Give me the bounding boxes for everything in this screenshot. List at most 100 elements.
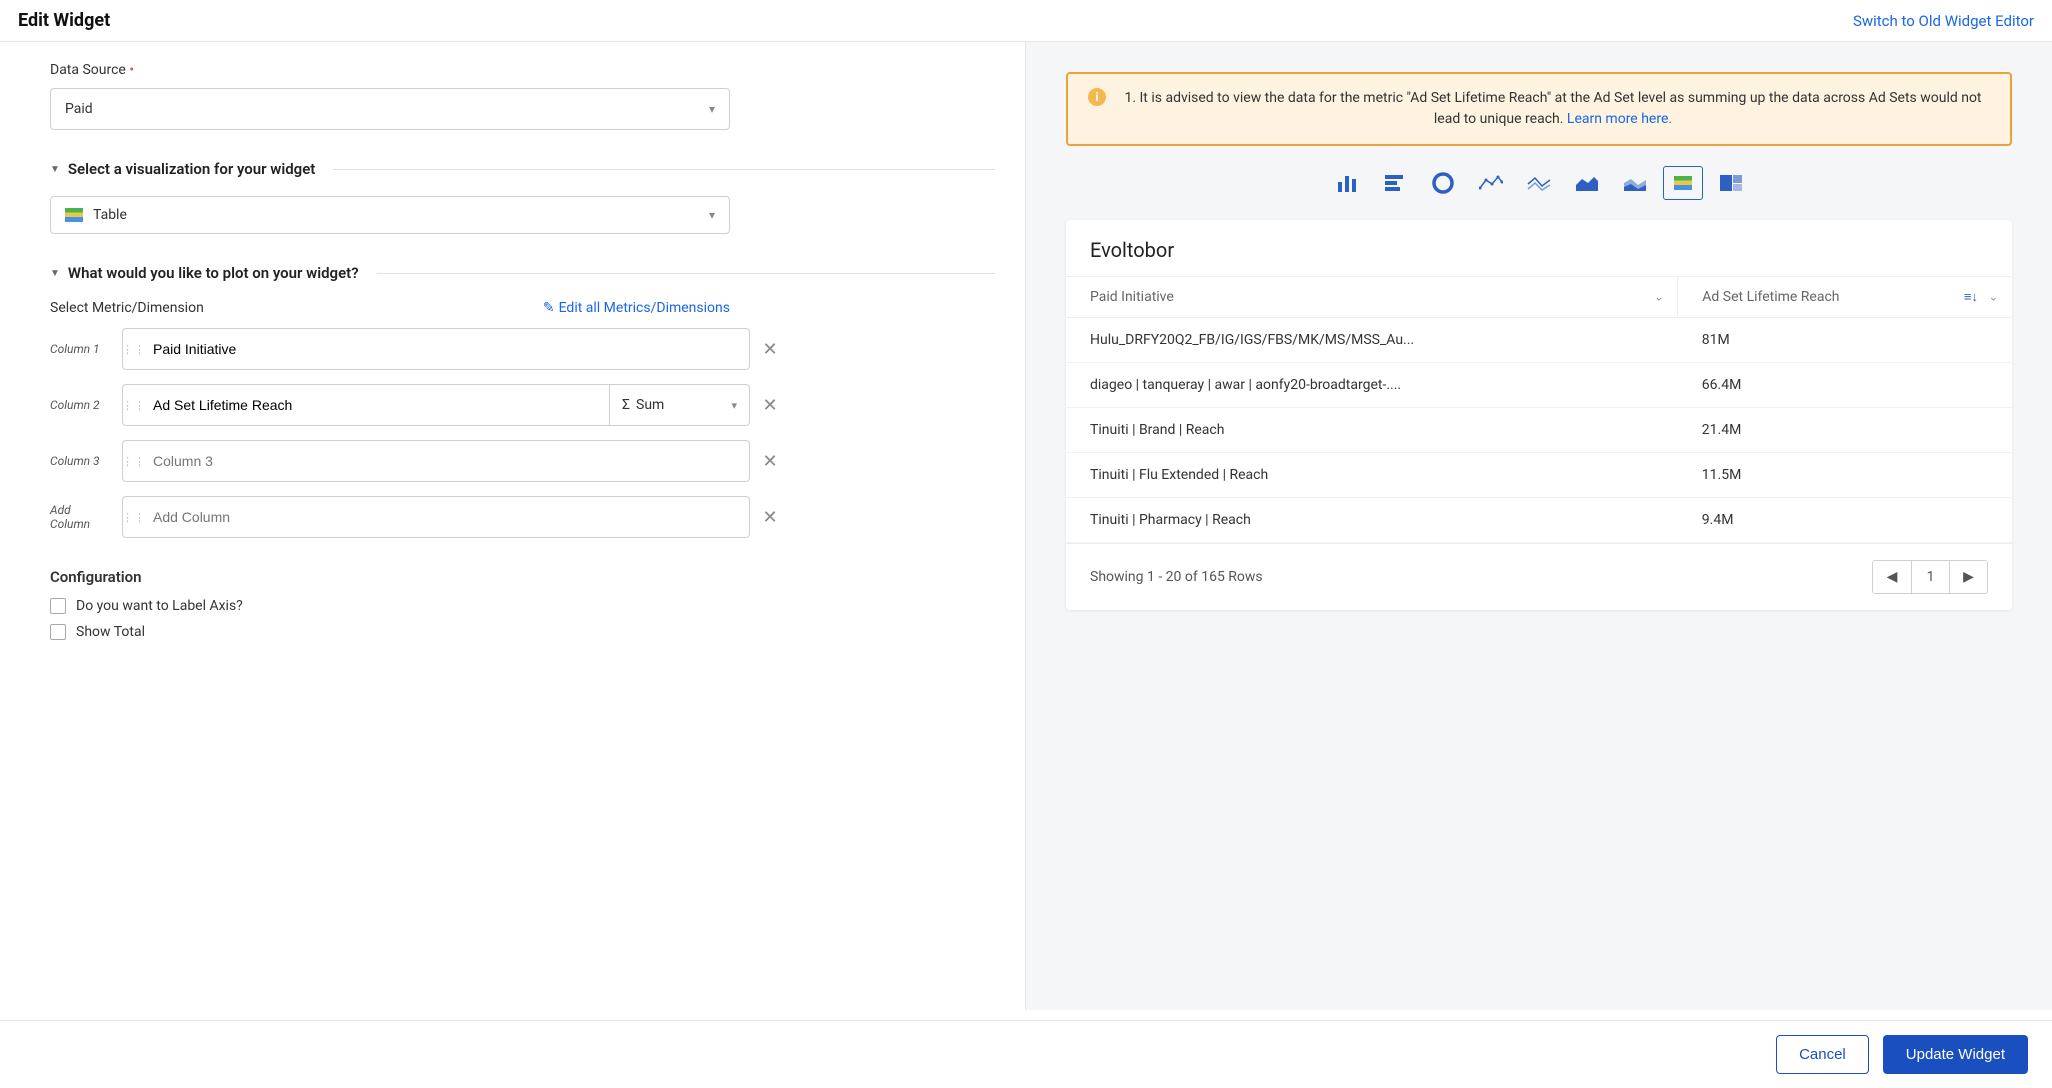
preview-card: Evoltobor Paid Initiative ⌄ Ad Set Lifet… <box>1066 220 2012 610</box>
main-content: Data Source Paid ▾ ▼ Select a visualizat… <box>0 42 2052 1010</box>
column-label: Column 1 <box>50 342 112 356</box>
info-alert: i 1. It is advised to view the data for … <box>1066 72 2012 146</box>
sigma-icon: Σ <box>622 397 630 413</box>
column-label: Add Column <box>50 503 112 531</box>
drag-handle-icon[interactable]: ⋮⋮ <box>123 385 145 425</box>
chart-type-multi-line[interactable] <box>1519 166 1559 200</box>
table-row[interactable]: diageo | tanqueray | awar | aonfy20-broa… <box>1066 363 2012 408</box>
visualization-title: Select a visualization for your widget <box>68 160 315 178</box>
chart-type-donut[interactable] <box>1423 166 1463 200</box>
left-panel: Data Source Paid ▾ ▼ Select a visualizat… <box>0 42 1026 1010</box>
page-header: Edit Widget Switch to Old Widget Editor <box>0 0 2052 42</box>
page-number[interactable]: 1 <box>1911 561 1949 593</box>
remove-column-icon[interactable]: ✕ <box>760 507 780 528</box>
visualization-select[interactable]: Table ▾ <box>50 196 730 234</box>
page-footer: Cancel Update Widget <box>0 1020 2052 1088</box>
alert-message: 1. It is advised to view the data for th… <box>1116 88 1990 130</box>
chart-type-horizontal-bar[interactable] <box>1375 166 1415 200</box>
table-row[interactable]: Tinuiti | Pharmacy | Reach9.4M <box>1066 498 2012 543</box>
column-2-input[interactable] <box>145 385 609 425</box>
cancel-button[interactable]: Cancel <box>1776 1035 1869 1074</box>
preview-footer: Showing 1 - 20 of 165 Rows ◀ 1 ▶ <box>1066 543 2012 610</box>
right-panel: i 1. It is advised to view the data for … <box>1026 42 2052 1010</box>
table-icon <box>65 208 83 222</box>
column-row-3: Column 3 ⋮⋮ ✕ <box>50 440 780 482</box>
configuration-section: Configuration Do you want to Label Axis?… <box>50 568 995 640</box>
chevron-down-icon: ▾ <box>709 208 715 222</box>
chart-type-stacked-area[interactable] <box>1615 166 1655 200</box>
preview-title: Evoltobor <box>1066 220 2012 276</box>
edit-all-link[interactable]: ✎ Edit all Metrics/Dimensions <box>543 300 730 316</box>
column-row-2: Column 2 ⋮⋮ Σ Sum ▾ ✕ <box>50 384 780 426</box>
update-widget-button[interactable]: Update Widget <box>1883 1035 2028 1074</box>
data-source-select[interactable]: Paid ▾ <box>50 88 730 130</box>
chevron-down-icon: ⌄ <box>1654 291 1663 304</box>
column-label: Column 3 <box>50 454 112 468</box>
show-total-label: Show Total <box>76 624 145 640</box>
visualization-value: Table <box>93 207 127 223</box>
remove-column-icon[interactable]: ✕ <box>760 339 780 360</box>
column-input-wrap: ⋮⋮ Σ Sum ▾ <box>122 384 750 426</box>
data-source-value: Paid <box>65 101 93 117</box>
plot-title: What would you like to plot on your widg… <box>68 264 359 282</box>
info-icon: i <box>1088 88 1106 106</box>
learn-more-link[interactable]: Learn more here. <box>1567 111 1672 127</box>
prev-page-button[interactable]: ◀ <box>1873 561 1911 593</box>
configuration-title: Configuration <box>50 568 995 586</box>
metric-header: Select Metric/Dimension ✎ Edit all Metri… <box>50 300 730 316</box>
data-source-section: Data Source Paid ▾ <box>50 62 995 130</box>
visualization-header[interactable]: ▼ Select a visualization for your widget <box>50 160 995 178</box>
row-count: Showing 1 - 20 of 165 Rows <box>1090 569 1263 585</box>
column-input-wrap: ⋮⋮ <box>122 328 750 370</box>
table-row[interactable]: Hulu_DRFY20Q2_FB/IG/IGS/FBS/MK/MS/MSS_Au… <box>1066 318 2012 363</box>
show-total-row: Show Total <box>50 624 995 640</box>
column-row-1: Column 1 ⋮⋮ ✕ <box>50 328 780 370</box>
chevron-down-icon: ⌄ <box>1989 291 1998 304</box>
column-input-wrap: ⋮⋮ <box>122 496 750 538</box>
drag-handle-icon[interactable]: ⋮⋮ <box>123 329 145 369</box>
column-header-initiative[interactable]: Paid Initiative ⌄ <box>1066 277 1678 318</box>
show-total-checkbox[interactable] <box>50 624 66 640</box>
select-metric-label: Select Metric/Dimension <box>50 300 204 316</box>
column-input-wrap: ⋮⋮ <box>122 440 750 482</box>
chart-type-treemap[interactable] <box>1711 166 1751 200</box>
drag-handle-icon[interactable]: ⋮⋮ <box>123 497 145 537</box>
data-source-label: Data Source <box>50 62 995 78</box>
table-row[interactable]: Tinuiti | Flu Extended | Reach11.5M <box>1066 453 2012 498</box>
next-page-button[interactable]: ▶ <box>1949 561 1987 593</box>
column-3-input[interactable] <box>145 441 749 481</box>
column-row-add: Add Column ⋮⋮ ✕ <box>50 496 780 538</box>
table-icon <box>1674 176 1692 190</box>
column-label: Column 2 <box>50 398 112 412</box>
chart-type-bar[interactable] <box>1327 166 1367 200</box>
chart-type-area[interactable] <box>1567 166 1607 200</box>
label-axis-label: Do you want to Label Axis? <box>76 598 243 614</box>
pager: ◀ 1 ▶ <box>1872 560 1988 594</box>
chart-type-table[interactable] <box>1663 166 1703 200</box>
chevron-down-icon: ▾ <box>731 399 737 412</box>
chevron-down-icon: ▾ <box>709 102 715 116</box>
table-row[interactable]: Tinuiti | Brand | Reach21.4M <box>1066 408 2012 453</box>
column-1-input[interactable] <box>145 329 749 369</box>
pencil-icon: ✎ <box>543 300 555 316</box>
add-column-input[interactable] <box>145 497 749 537</box>
aggregation-value: Sum <box>636 397 664 413</box>
switch-editor-link[interactable]: Switch to Old Widget Editor <box>1853 12 2034 30</box>
column-header-reach[interactable]: Ad Set Lifetime Reach ≡↓ ⌄ <box>1678 277 2012 318</box>
chart-type-line[interactable] <box>1471 166 1511 200</box>
plot-section: ▼ What would you like to plot on your wi… <box>50 264 995 538</box>
remove-column-icon[interactable]: ✕ <box>760 451 780 472</box>
drag-handle-icon[interactable]: ⋮⋮ <box>123 441 145 481</box>
remove-column-icon[interactable]: ✕ <box>760 395 780 416</box>
visualization-section: ▼ Select a visualization for your widget… <box>50 160 995 234</box>
caret-down-icon: ▼ <box>50 268 60 279</box>
preview-table: Paid Initiative ⌄ Ad Set Lifetime Reach … <box>1066 276 2012 543</box>
chart-type-selector <box>1066 166 2012 200</box>
aggregation-select[interactable]: Σ Sum ▾ <box>609 385 749 425</box>
plot-header[interactable]: ▼ What would you like to plot on your wi… <box>50 264 995 282</box>
label-axis-row: Do you want to Label Axis? <box>50 598 995 614</box>
page-title: Edit Widget <box>18 10 110 31</box>
caret-down-icon: ▼ <box>50 164 60 175</box>
label-axis-checkbox[interactable] <box>50 598 66 614</box>
sort-desc-icon: ≡↓ <box>1964 289 1978 305</box>
